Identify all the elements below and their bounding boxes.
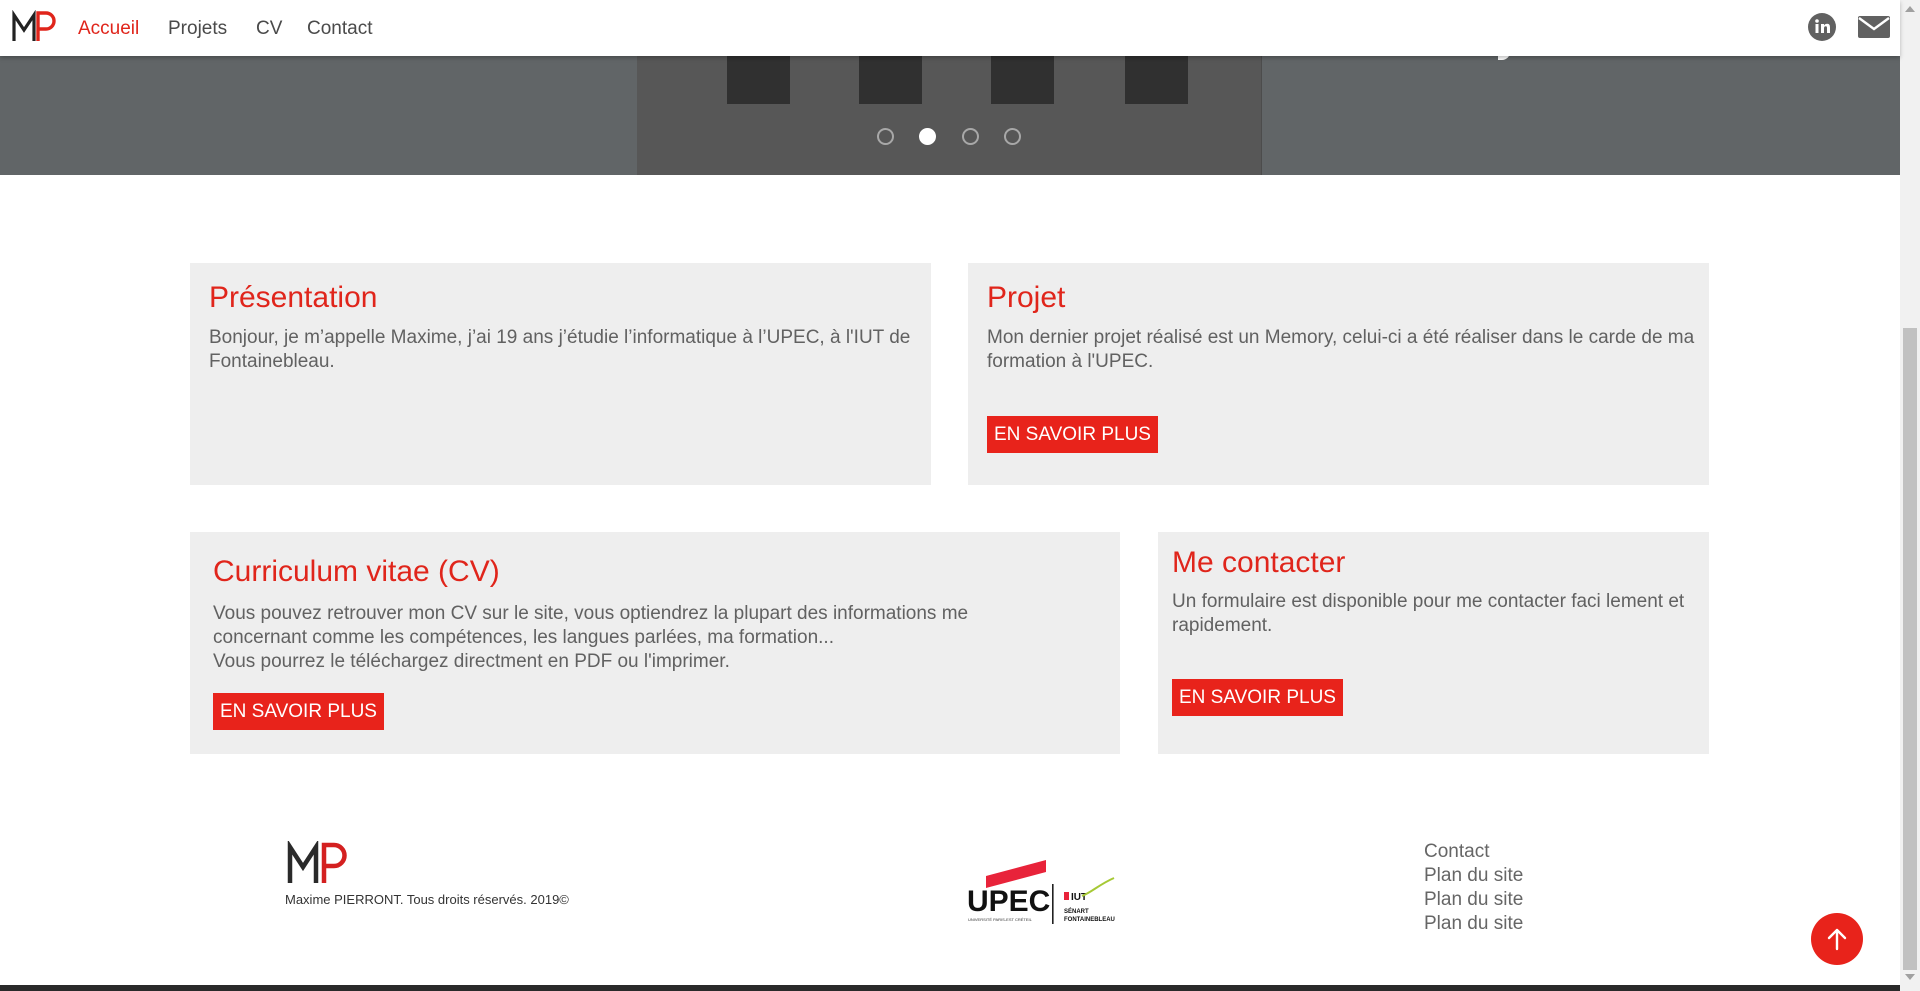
presentation-card: Présentation Bonjour, je m’appelle Maxim… bbox=[190, 263, 931, 485]
cv-card: Curriculum vitae (CV) Vous pouvez retrou… bbox=[190, 532, 1120, 754]
arrow-up-icon bbox=[1827, 928, 1847, 951]
site-logo[interactable] bbox=[12, 10, 58, 44]
card-title: Curriculum vitae (CV) bbox=[213, 555, 500, 588]
scroll-thumb[interactable] bbox=[1903, 328, 1917, 970]
iut-logo-line-1: SÉNART bbox=[1064, 907, 1089, 915]
card-title: Me contacter bbox=[1172, 546, 1346, 579]
upec-iut-logo: UPEC UNIVERSITÉ PARIS-EST CRÉTEIL IUT SÉ… bbox=[967, 860, 1115, 924]
mail-icon[interactable] bbox=[1857, 12, 1891, 42]
slide-shape bbox=[991, 56, 1054, 104]
linkedin-icon[interactable] bbox=[1807, 12, 1837, 42]
nav-cv[interactable]: CV bbox=[256, 18, 282, 40]
card-text: Vous pourrez le téléchargez directment e… bbox=[213, 651, 730, 672]
card-title: Présentation bbox=[209, 281, 378, 314]
scroll-down-arrow[interactable] bbox=[1905, 974, 1915, 980]
footer-link-sitemap[interactable]: Plan du site bbox=[1424, 865, 1523, 887]
card-text: Vous pouvez retrouver mon CV sur le site… bbox=[213, 603, 969, 648]
nav-accueil[interactable]: Accueil bbox=[78, 18, 139, 40]
projet-more-button[interactable]: EN SAVOIR PLUS bbox=[987, 416, 1158, 453]
top-navbar: Accueil Projets CV Contact bbox=[0, 0, 1900, 56]
card-title: Projet bbox=[987, 281, 1066, 314]
carousel-dot-3[interactable] bbox=[962, 128, 979, 145]
card-text: Un formulaire est disponible pour me con… bbox=[1172, 591, 1685, 636]
carousel-dot-2[interactable] bbox=[919, 128, 936, 145]
contact-more-button[interactable]: EN SAVOIR PLUS bbox=[1172, 679, 1343, 716]
cv-more-button[interactable]: EN SAVOIR PLUS bbox=[213, 693, 384, 730]
footer-link-contact[interactable]: Contact bbox=[1424, 841, 1489, 863]
carousel-dot-1[interactable] bbox=[877, 128, 894, 145]
slide-shape bbox=[727, 56, 790, 104]
footer-link-sitemap[interactable]: Plan du site bbox=[1424, 889, 1523, 911]
carousel-dot-4[interactable] bbox=[1004, 128, 1021, 145]
contact-card: Me contacter Un formulaire est disponibl… bbox=[1158, 532, 1709, 754]
upec-logo-subtitle: UNIVERSITÉ PARIS-EST CRÉTEIL bbox=[968, 917, 1033, 922]
nav-projets[interactable]: Projets bbox=[168, 18, 227, 40]
card-text: Bonjour, je m’appelle Maxime, j’ai 19 an… bbox=[209, 327, 911, 372]
nav-contact[interactable]: Contact bbox=[307, 18, 372, 40]
upec-logo-name: UPEC bbox=[967, 885, 1050, 918]
card-text: Mon dernier projet réalisé est un Memory… bbox=[987, 327, 1695, 372]
footer-link-sitemap[interactable]: Plan du site bbox=[1424, 913, 1523, 935]
footer-copyright: Maxime PIERRONT. Tous droits réservés. 2… bbox=[285, 892, 569, 907]
iut-logo-label: IUT bbox=[1071, 892, 1087, 903]
projet-card: Projet Mon dernier projet réalisé est un… bbox=[968, 263, 1709, 485]
footer-logo bbox=[287, 841, 347, 883]
back-to-top-button[interactable] bbox=[1811, 913, 1863, 965]
slide-shape bbox=[859, 56, 922, 104]
taskbar-edge bbox=[0, 985, 1900, 991]
slide-shape bbox=[1125, 56, 1188, 104]
scroll-up-arrow[interactable] bbox=[1905, 6, 1915, 12]
page-scrollbar[interactable] bbox=[1900, 0, 1920, 991]
iut-logo-line-2: FONTAINEBLEAU bbox=[1064, 917, 1115, 923]
